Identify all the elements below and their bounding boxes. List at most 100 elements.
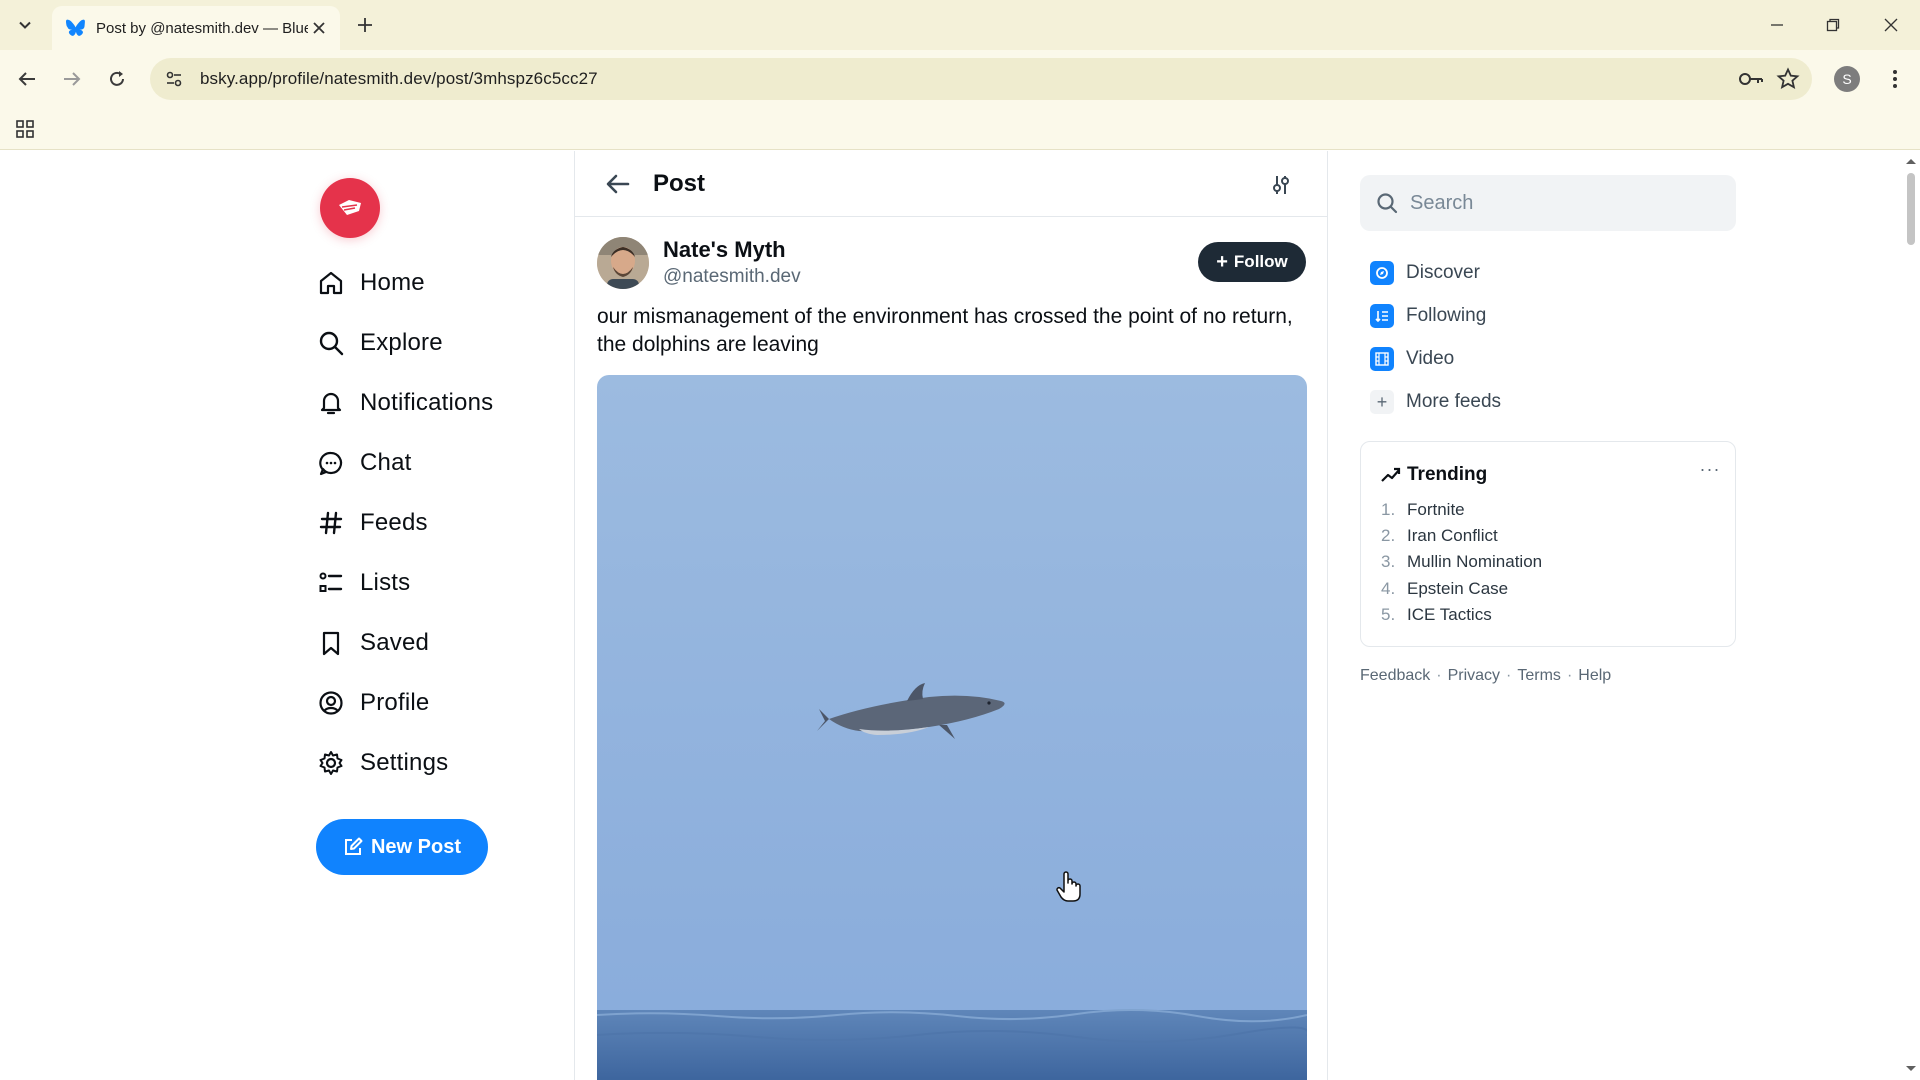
forward-button[interactable] bbox=[57, 64, 87, 94]
trending-options-button[interactable]: ··· bbox=[1697, 456, 1723, 482]
footer-link-terms[interactable]: Terms bbox=[1517, 667, 1561, 685]
new-post-button[interactable]: New Post bbox=[316, 819, 488, 875]
search-input[interactable] bbox=[1410, 191, 1710, 215]
trending-item[interactable]: 3. Mullin Nomination bbox=[1381, 552, 1542, 572]
separator: · bbox=[1566, 667, 1573, 684]
feed-link-video[interactable]: Video bbox=[1370, 343, 1454, 375]
bluesky-butterfly-icon bbox=[66, 19, 85, 36]
restore-button[interactable] bbox=[1816, 10, 1850, 40]
key-icon bbox=[1739, 73, 1763, 85]
list-icon bbox=[316, 568, 346, 598]
nav-label: Feeds bbox=[360, 509, 428, 536]
follow-label: Follow bbox=[1233, 252, 1288, 271]
plus-icon: + bbox=[1370, 390, 1394, 414]
separator: · bbox=[1506, 667, 1512, 684]
post-text: our mismanagement of the environment has… bbox=[597, 305, 1293, 356]
back-to-feed-button[interactable] bbox=[601, 167, 635, 201]
feed-label: Video bbox=[1406, 348, 1455, 369]
gear-icon bbox=[316, 748, 346, 778]
tab-close-button[interactable] bbox=[308, 17, 330, 39]
nav-settings[interactable]: Settings bbox=[316, 741, 448, 785]
nav-label: Chat bbox=[360, 449, 412, 476]
user-avatar-logo[interactable] bbox=[320, 178, 380, 238]
nav-label: Settings bbox=[360, 749, 449, 776]
sliders-icon bbox=[1273, 176, 1289, 194]
scroll-thumb[interactable] bbox=[1907, 173, 1915, 245]
trending-item[interactable]: 1. Fortnite bbox=[1381, 500, 1465, 520]
arrow-right-icon bbox=[64, 72, 81, 86]
thread-settings-button[interactable] bbox=[1265, 169, 1297, 201]
page-scrollbar[interactable] bbox=[1902, 151, 1920, 1080]
footer-link-feedback[interactable]: Feedback bbox=[1360, 667, 1430, 685]
author-handle[interactable]: @natesmith.dev bbox=[663, 266, 801, 288]
post-video[interactable] bbox=[597, 375, 1307, 1080]
nav-lists[interactable]: Lists bbox=[316, 561, 410, 605]
tune-icon bbox=[166, 71, 182, 87]
nav-home[interactable]: Home bbox=[316, 261, 425, 305]
nav-label: Notifications bbox=[360, 389, 494, 416]
author-name[interactable]: Nate's Myth bbox=[663, 237, 786, 263]
trend-rank: 3. bbox=[1381, 552, 1396, 571]
browser-menu-button[interactable] bbox=[1882, 64, 1908, 94]
nav-feeds[interactable]: Feeds bbox=[316, 501, 428, 545]
browser-tab-active[interactable]: Post by @natesmith.dev — Bluesky bbox=[52, 6, 340, 50]
nav-saved[interactable]: Saved bbox=[316, 621, 429, 665]
restore-icon bbox=[1826, 18, 1840, 32]
nav-notifications[interactable]: Notifications bbox=[316, 381, 493, 425]
feed-link-discover[interactable]: Discover bbox=[1370, 257, 1480, 289]
search-box[interactable] bbox=[1360, 175, 1736, 231]
tab-search-button[interactable] bbox=[12, 12, 38, 38]
discover-icon bbox=[1370, 261, 1394, 285]
post-header: Post bbox=[575, 151, 1327, 217]
nav-profile[interactable]: Profile bbox=[316, 681, 429, 725]
bookmark-star-button[interactable] bbox=[1776, 67, 1800, 96]
minimize-button[interactable] bbox=[1760, 10, 1794, 40]
arrow-left-icon bbox=[606, 174, 630, 194]
nav-explore[interactable]: Explore bbox=[316, 321, 443, 365]
trend-label: Iran Conflict bbox=[1407, 526, 1498, 545]
trending-item[interactable]: 4. Epstein Case bbox=[1381, 579, 1508, 599]
back-button[interactable] bbox=[12, 64, 42, 94]
new-tab-button[interactable] bbox=[352, 12, 378, 38]
bluesky-page: Home Explore Notifications Chat Feeds Li… bbox=[0, 151, 1920, 1080]
trend-rank: 2. bbox=[1381, 526, 1396, 545]
trending-item[interactable]: 2. Iran Conflict bbox=[1381, 526, 1498, 546]
nav-label: Profile bbox=[360, 689, 430, 716]
reload-button[interactable] bbox=[102, 64, 132, 94]
footer-link-privacy[interactable]: Privacy bbox=[1448, 667, 1500, 685]
site-info-button[interactable] bbox=[154, 58, 194, 100]
hand-pointer-cursor bbox=[1056, 871, 1082, 908]
browser-tab-strip: Post by @natesmith.dev — Bluesky bbox=[0, 0, 1920, 50]
plus-icon bbox=[358, 18, 372, 32]
author-avatar[interactable] bbox=[597, 237, 649, 289]
video-icon bbox=[1370, 347, 1394, 371]
trending-title: Trending bbox=[1407, 464, 1488, 485]
page-title: Post bbox=[653, 170, 706, 197]
footer-links: Feedback · Privacy · Terms · Help bbox=[1360, 667, 1611, 685]
tab-groups-button[interactable] bbox=[12, 116, 38, 142]
address-bar[interactable]: bsky.app/profile/natesmith.dev/post/3mhs… bbox=[150, 58, 1812, 100]
bell-icon bbox=[316, 388, 346, 418]
wave-hand-icon bbox=[339, 200, 361, 215]
browser-profile-avatar[interactable]: S bbox=[1834, 66, 1860, 92]
trend-rank: 5. bbox=[1381, 605, 1396, 624]
nav-label: Saved bbox=[360, 629, 430, 656]
trending-item[interactable]: 5. ICE Tactics bbox=[1381, 605, 1492, 625]
tab-title: Post by @natesmith.dev — Bluesky bbox=[96, 19, 308, 37]
nav-chat[interactable]: Chat bbox=[316, 441, 412, 485]
nav-label: Home bbox=[360, 269, 425, 296]
home-icon bbox=[316, 268, 346, 298]
scroll-up-arrow-icon[interactable] bbox=[1902, 155, 1920, 167]
more-feeds-link[interactable]: + More feeds bbox=[1370, 386, 1501, 418]
close-icon bbox=[1884, 18, 1898, 32]
follow-button[interactable]: + Follow bbox=[1198, 242, 1306, 282]
footer-link-help[interactable]: Help bbox=[1578, 667, 1611, 685]
reload-icon bbox=[110, 71, 124, 86]
scroll-down-arrow-icon[interactable] bbox=[1902, 1063, 1920, 1075]
trend-label: Fortnite bbox=[1407, 500, 1465, 519]
nav-label: Lists bbox=[360, 569, 411, 596]
post-thread-column: Post Nate's Myth @natesmith.dev + Follow… bbox=[574, 151, 1328, 1080]
password-key-button[interactable] bbox=[1738, 68, 1764, 95]
close-window-button[interactable] bbox=[1874, 10, 1908, 40]
feed-link-following[interactable]: Following bbox=[1370, 300, 1486, 332]
